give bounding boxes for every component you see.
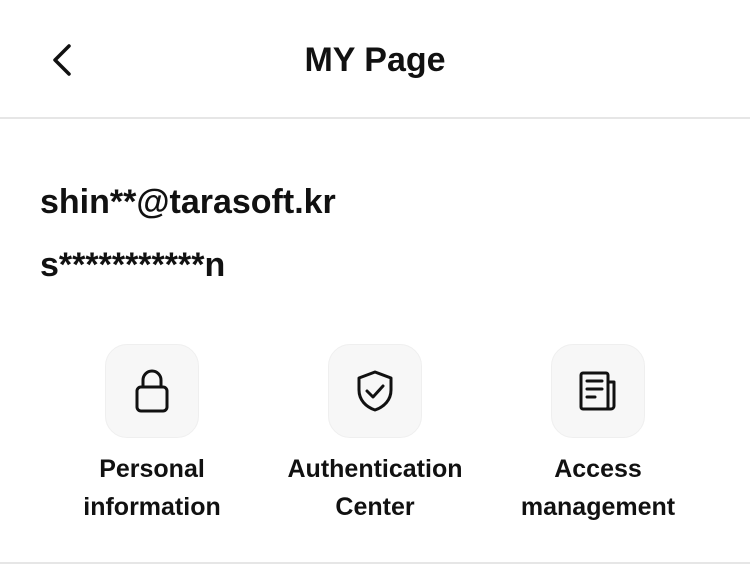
user-email: shin**@tarasoft.kr [40,183,336,221]
document-icon [579,371,616,411]
menu-label-personal-information: Personal information [83,455,221,521]
personal-information-button[interactable]: Personal information [42,344,262,526]
page-title: MY Page [304,41,446,79]
menu-label-access-management: Access management [520,455,676,521]
menu-grid: Personal information Authentication Cent… [0,344,750,524]
access-management-button[interactable]: Access management [488,344,708,526]
shield-check-icon [357,370,393,412]
authentication-center-icon-box [328,344,422,438]
app-header: MY Page [0,0,750,119]
lock-icon [135,369,169,413]
authentication-center-button[interactable]: Authentication Center [265,344,485,526]
personal-information-icon-box [105,344,199,438]
user-name: s***********n [40,246,226,284]
bottom-divider [0,562,750,564]
access-management-icon-box [551,344,645,438]
menu-label-authentication-center: Authentication Center [287,455,463,521]
